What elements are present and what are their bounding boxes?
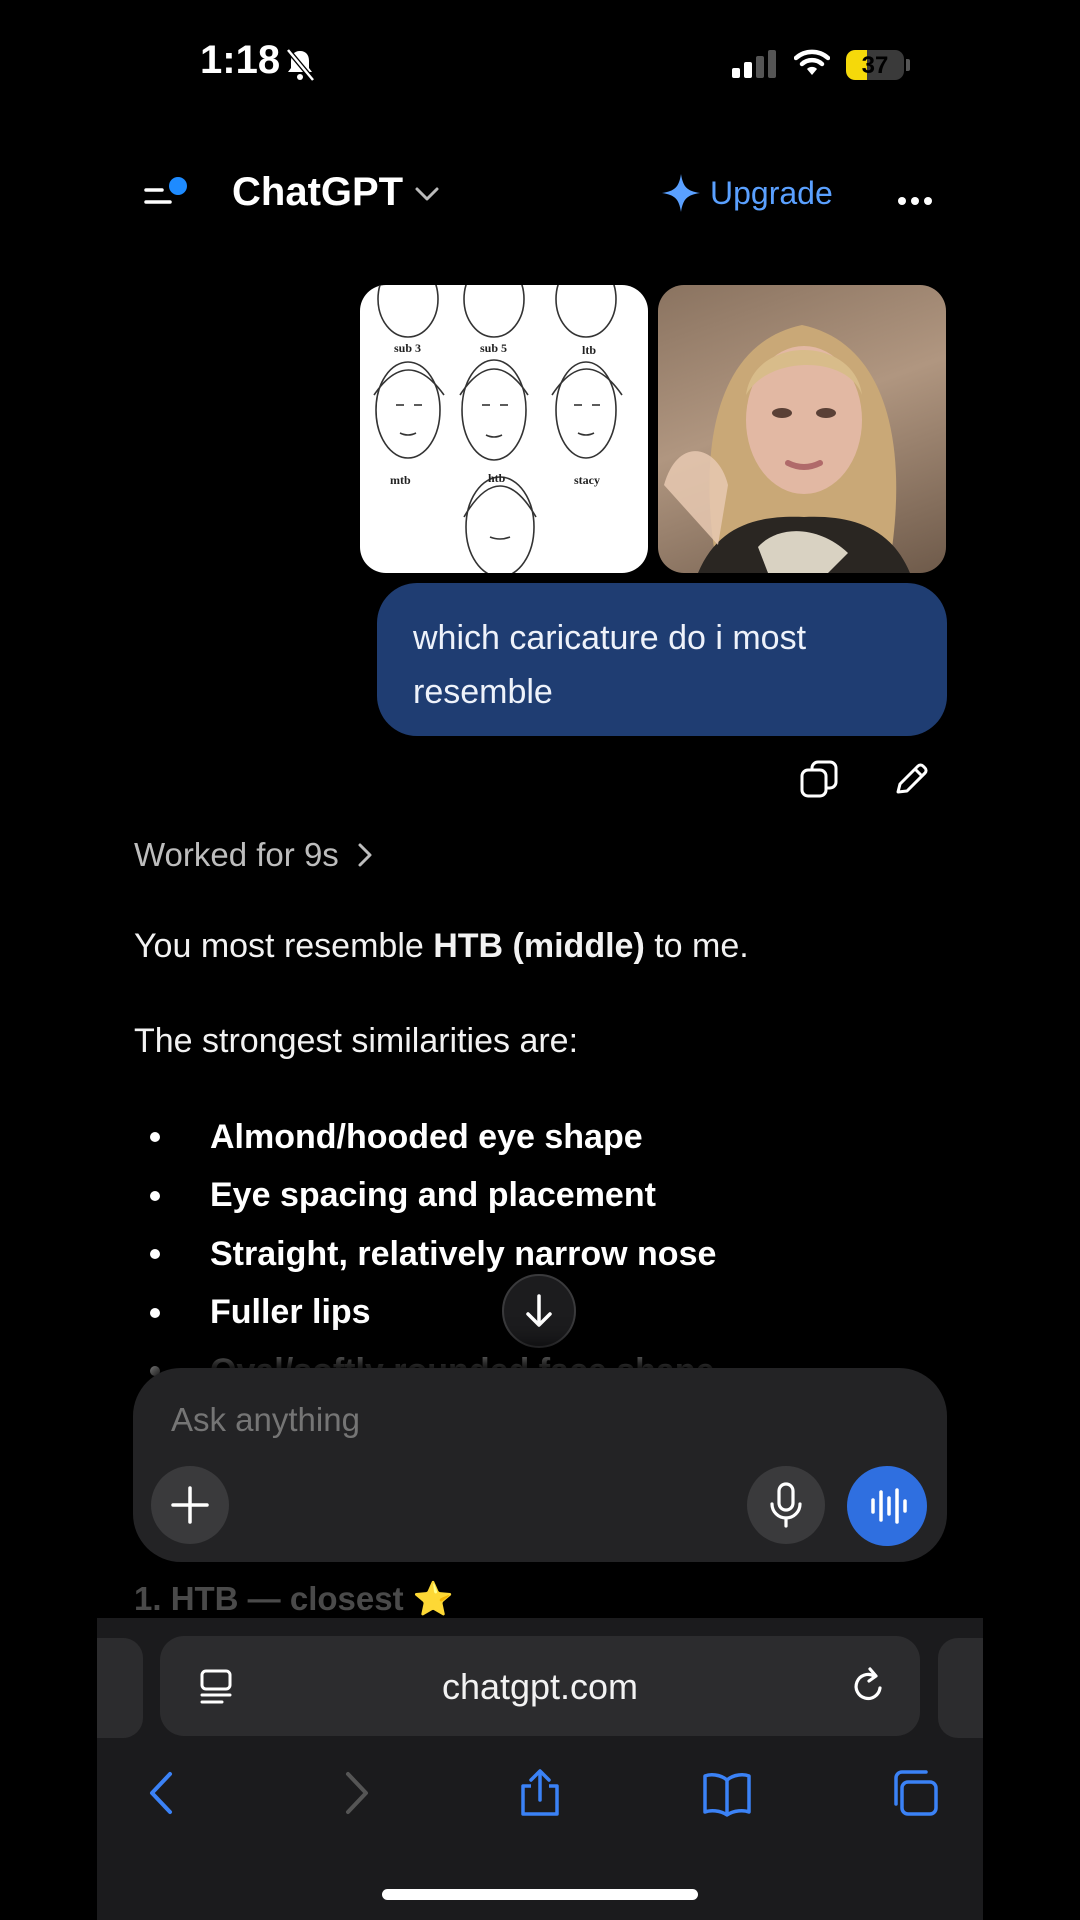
user-message-bubble: which caricature do i most resemble bbox=[377, 583, 947, 736]
microphone-icon bbox=[770, 1482, 802, 1528]
message-composer bbox=[133, 1368, 947, 1562]
chevron-right-icon bbox=[358, 843, 372, 867]
caricature-faces-drawing bbox=[373, 285, 623, 573]
worked-label: Worked for 9s bbox=[134, 836, 339, 873]
caricature-label: mtb bbox=[390, 473, 411, 487]
upgrade-label: Upgrade bbox=[710, 174, 833, 211]
back-arrow-icon[interactable] bbox=[138, 1768, 188, 1818]
more-options-icon[interactable] bbox=[898, 192, 937, 210]
reload-icon[interactable] bbox=[850, 1666, 888, 1706]
next-tab-peek[interactable] bbox=[938, 1638, 983, 1738]
wifi-icon bbox=[794, 49, 830, 75]
bell-slash-icon bbox=[286, 48, 315, 82]
previous-tab-peek[interactable] bbox=[97, 1638, 143, 1738]
battery-tip bbox=[906, 59, 910, 71]
chevron-down-icon[interactable] bbox=[414, 186, 440, 202]
model-selector-title[interactable]: ChatGPT bbox=[232, 170, 403, 215]
list-item-text: Almond/hooded eye shape bbox=[210, 1117, 643, 1156]
caricature-label: stacy bbox=[574, 473, 600, 487]
battery-percent: 37 bbox=[861, 52, 889, 79]
plus-icon bbox=[171, 1486, 209, 1524]
message-input[interactable] bbox=[169, 1400, 773, 1440]
list-item: Almond/hooded eye shape bbox=[150, 1108, 716, 1167]
faded-heading: 1. HTB — closest ⭐ bbox=[134, 1580, 454, 1617]
tabs-icon[interactable] bbox=[890, 1768, 940, 1818]
response-text: to me. bbox=[644, 927, 749, 965]
caricature-label: sub 5 bbox=[480, 341, 508, 355]
voice-mode-button[interactable] bbox=[847, 1466, 927, 1546]
caricature-label: sub 3 bbox=[394, 341, 422, 355]
list-item-text: Straight, relatively narrow nose bbox=[210, 1234, 717, 1273]
edit-pencil-icon[interactable] bbox=[892, 760, 930, 798]
worked-for-toggle[interactable]: Worked for 9s bbox=[134, 836, 373, 874]
url-text: chatgpt.com bbox=[441, 1666, 639, 1707]
scroll-down-button[interactable] bbox=[502, 1274, 576, 1348]
bookmarks-icon[interactable] bbox=[702, 1768, 752, 1818]
list-item-text: Eye spacing and placement bbox=[210, 1176, 656, 1215]
voice-waveform-icon bbox=[871, 1488, 907, 1524]
add-attachment-button[interactable] bbox=[151, 1466, 229, 1544]
portrait-image bbox=[664, 325, 910, 573]
list-item: Straight, relatively narrow nose bbox=[150, 1225, 716, 1284]
caricatures-image[interactable]: sub 3 sub 5 ltb mtb htb stacy bbox=[360, 285, 648, 573]
arrow-down-icon bbox=[526, 1294, 552, 1327]
caricature-label: htb bbox=[488, 471, 506, 485]
address-bar[interactable]: chatgpt.com bbox=[160, 1636, 920, 1736]
cellular-signal-icon bbox=[732, 50, 780, 78]
list-item: Eye spacing and placement bbox=[150, 1167, 716, 1226]
status-time: 1:18 bbox=[200, 38, 281, 82]
response-bold: HTB (middle) bbox=[433, 927, 645, 965]
caricature-label: ltb bbox=[582, 343, 597, 357]
battery-indicator: 37 bbox=[846, 50, 904, 80]
response-line-2: The strongest similarities are: bbox=[134, 1022, 579, 1060]
share-icon[interactable] bbox=[515, 1768, 565, 1818]
sidebar-menu-icon[interactable] bbox=[144, 176, 188, 212]
similarities-list: Almond/hooded eye shape Eye spacing and … bbox=[150, 1108, 716, 1401]
forward-arrow-icon bbox=[346, 1772, 368, 1814]
list-item-text: Fuller lips bbox=[210, 1293, 371, 1332]
home-indicator[interactable] bbox=[382, 1889, 698, 1900]
user-photo[interactable] bbox=[658, 285, 946, 573]
response-text: You most resemble bbox=[134, 927, 434, 965]
list-item: Fuller lips bbox=[150, 1284, 716, 1343]
copy-icon[interactable] bbox=[800, 760, 838, 798]
response-line-1: You most resemble HTB (middle) to me. bbox=[134, 927, 749, 966]
upgrade-button[interactable]: Upgrade bbox=[660, 172, 833, 214]
dictate-button[interactable] bbox=[747, 1466, 825, 1544]
sparkle-icon bbox=[662, 174, 700, 212]
